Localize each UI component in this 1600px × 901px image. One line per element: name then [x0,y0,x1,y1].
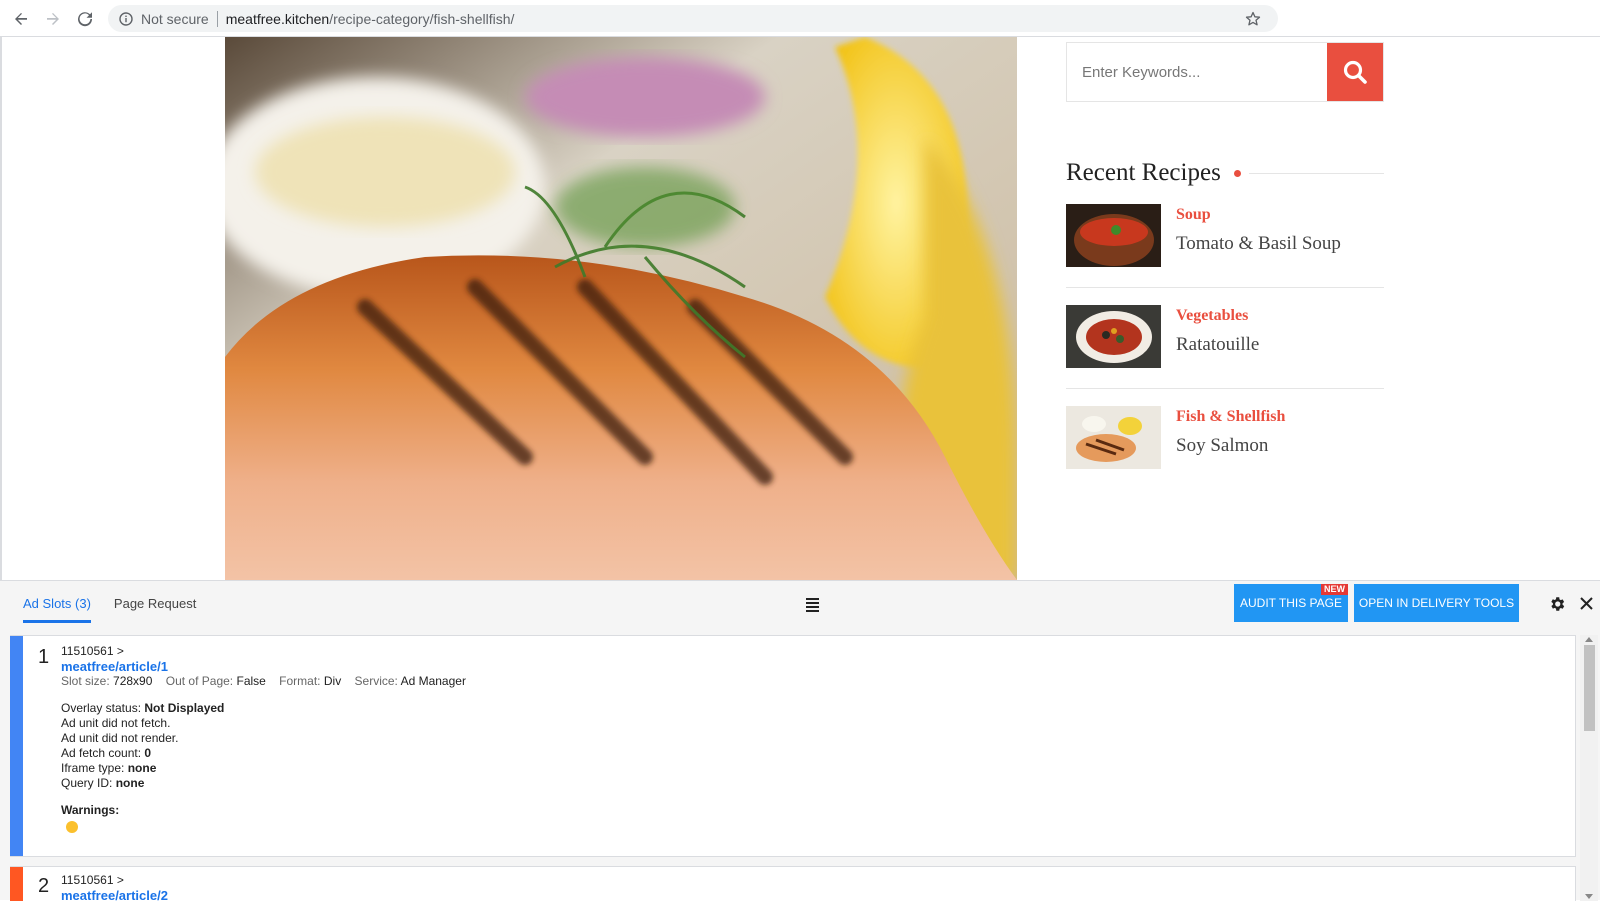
divider [216,10,218,27]
recipe-item[interactable]: Fish & Shellfish Soy Salmon [1066,389,1384,489]
tab-ad-slots[interactable]: Ad Slots (3) [23,581,91,625]
slot-status-bar [10,636,23,856]
slot-meta: Slot size: 728x90 Out of Page: False For… [61,674,476,689]
reload-icon[interactable] [74,8,96,30]
fetch-count-key: Ad fetch count: [61,746,142,760]
soy-salmon-thumbnail[interactable] [1066,406,1161,469]
iframe-type-key: Iframe type: [61,761,125,775]
slot-index: 1 [38,646,50,668]
info-icon[interactable] [118,11,134,27]
recipe-category-link[interactable]: Vegetables [1176,307,1259,325]
search-icon [1343,60,1367,84]
iframe-type: none [127,761,157,775]
console-tabs: Ad Slots (3) Page Request [0,581,196,625]
scroll-up-arrow-icon[interactable] [1585,637,1593,642]
recipe-title-link[interactable]: Ratatouille [1176,334,1259,356]
search-form [1066,42,1384,102]
warnings-label: Warnings: [61,803,120,817]
recipe-category-link[interactable]: Soup [1176,206,1341,224]
audit-page-label: AUDIT THIS PAGE [1239,596,1343,610]
tomato-soup-thumbnail[interactable] [1066,204,1161,267]
ad-slot-card: 2 11510561 > meatfree/article/2 [10,866,1576,901]
scroll-thumb[interactable] [1584,645,1595,731]
recipe-title-link[interactable]: Soy Salmon [1176,435,1285,457]
tab-page-request[interactable]: Page Request [114,581,196,625]
title-dot [1233,169,1241,177]
web-page: Recent Recipes Soup Tomato & Basil Soup … [0,37,1600,580]
scroll-down-arrow-icon[interactable] [1585,894,1593,899]
slot-path-link[interactable]: meatfree/article/2 [61,888,168,901]
render-message: Ad unit did not render. [61,731,179,745]
slot-size: 728x90 [113,674,153,688]
close-icon[interactable] [1577,594,1595,612]
out-of-page: False [236,674,266,688]
recent-recipes-header: Recent Recipes [1066,159,1384,187]
query-id: none [115,776,145,790]
recipe-item[interactable]: Vegetables Ratatouille [1066,288,1384,389]
overlay-status-row: Overlay status: Not Displayed [61,701,476,716]
warning-icon[interactable] [66,821,78,833]
slot-index: 2 [38,875,50,897]
audit-page-button[interactable]: AUDIT THIS PAGE NEW [1234,584,1348,622]
slot-network: 11510561 > [61,644,124,658]
iframe-type-row: Iframe type: none [61,761,476,776]
query-id-row: Query ID: none [61,776,476,791]
url-host: meatfree.kitchen [225,10,330,27]
slot-status-bar [10,867,23,901]
overlay-status: Not Displayed [144,701,225,715]
recent-recipes-title: Recent Recipes [1066,159,1221,186]
recipe-item[interactable]: Soup Tomato & Basil Soup [1066,187,1384,288]
security-label: Not secure [141,10,209,27]
ratatouille-thumbnail[interactable] [1066,305,1161,368]
recipe-title-link[interactable]: Tomato & Basil Soup [1176,233,1341,255]
service-key: Service: [354,674,398,688]
ad-slot-list: 1 11510561 > meatfree/article/1 Slot siz… [10,635,1576,901]
browser-toolbar: Not secure meatfree.kitchen /recipe-cate… [0,0,1600,37]
fetch-count-row: Ad fetch count: 0 [61,746,476,761]
query-id-key: Query ID: [61,776,113,790]
address-bar[interactable]: Not secure meatfree.kitchen /recipe-cate… [108,5,1278,32]
slot-size-key: Slot size: [61,674,110,688]
recipe-category-link[interactable]: Fish & Shellfish [1176,408,1285,426]
search-input[interactable] [1067,43,1327,101]
ad-slot-card: 1 11510561 > meatfree/article/1 Slot siz… [10,635,1576,857]
salmon-hero-image [225,37,1017,580]
slot-path-link[interactable]: meatfree/article/1 [61,659,476,674]
back-icon[interactable] [10,8,32,30]
format: Div [323,674,342,688]
overlay-status-key: Overlay status: [61,701,142,715]
console-scrollbar[interactable] [1580,635,1598,901]
sidebar: Recent Recipes Soup Tomato & Basil Soup … [1066,42,1384,489]
title-rule [1248,172,1384,174]
service: Ad Manager [400,674,466,688]
url-path: /recipe-category/fish-shellfish/ [329,10,515,27]
forward-icon[interactable] [42,8,64,30]
bookmark-star-icon[interactable] [1244,10,1262,28]
open-delivery-tools-button[interactable]: OPEN IN DELIVERY TOOLS [1354,584,1519,622]
fetch-message: Ad unit did not fetch. [61,716,171,730]
gear-icon[interactable] [1548,595,1566,613]
fetch-count: 0 [144,746,152,760]
new-badge: NEW [1321,584,1348,595]
menu-icon[interactable] [806,598,819,614]
search-button[interactable] [1327,43,1383,101]
format-key: Format: [279,674,321,688]
out-of-page-key: Out of Page: [165,674,234,688]
slot-network: 11510561 > [61,873,124,887]
publisher-console: Ad Slots (3) Page Request AUDIT THIS PAG… [0,580,1600,901]
